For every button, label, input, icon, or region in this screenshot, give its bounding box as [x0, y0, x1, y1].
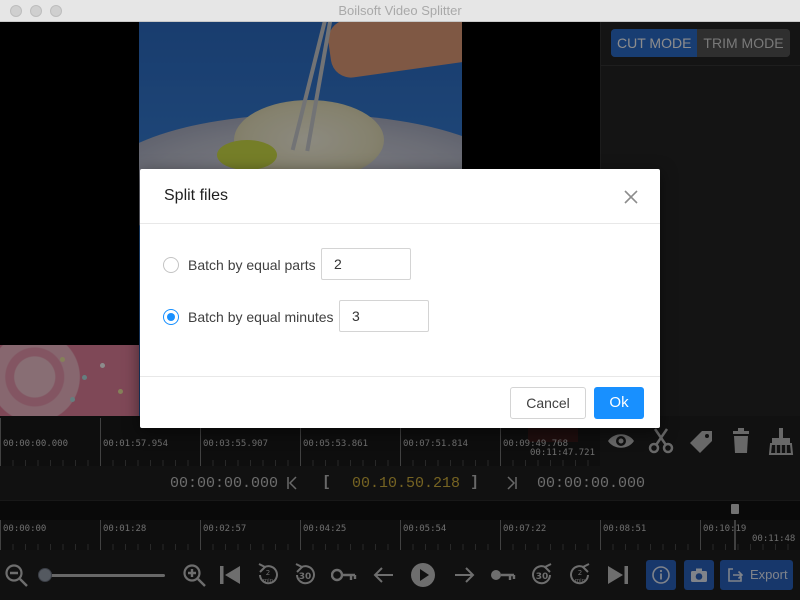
ok-button[interactable]: Ok — [594, 387, 644, 419]
window-title: Boilsoft Video Splitter — [338, 3, 462, 18]
close-icon[interactable] — [622, 188, 640, 206]
batch-minutes-radio[interactable] — [163, 309, 179, 325]
split-files-dialog: Split files Batch by equal parts 2 Batch… — [140, 169, 660, 428]
batch-parts-label: Batch by equal parts — [188, 257, 316, 273]
batch-parts-radio[interactable] — [163, 257, 179, 273]
dialog-title: Split files — [164, 187, 229, 204]
minutes-count-input[interactable]: 3 — [339, 300, 429, 332]
parts-count-input[interactable]: 2 — [321, 248, 411, 280]
cancel-button[interactable]: Cancel — [510, 387, 586, 419]
app-window: Boilsoft Video Splitter CUT MODE TRIM MO… — [0, 0, 800, 600]
batch-minutes-label: Batch by equal minutes — [188, 309, 334, 325]
divider — [140, 223, 660, 224]
divider — [140, 376, 660, 377]
title-bar: Boilsoft Video Splitter — [0, 0, 800, 22]
